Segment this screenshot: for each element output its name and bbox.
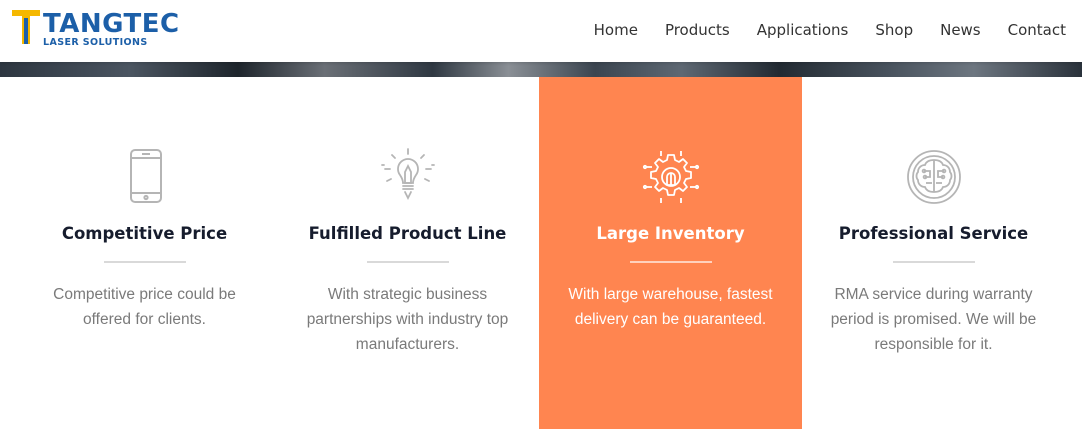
feature-card-professional-service: Professional Service RMA service during … [802, 77, 1065, 429]
feature-description: With strategic business partnerships wit… [306, 286, 509, 353]
site-header: TANGTEC LASER SOLUTIONS Home Products Ap… [0, 0, 1082, 62]
feature-divider [892, 261, 975, 263]
features-section: Competitive Price Competitive price coul… [13, 77, 1066, 429]
feature-description: RMA service during warranty period is pr… [830, 286, 1037, 353]
feature-title: Large Inventory [596, 224, 745, 243]
nav-contact[interactable]: Contact [1008, 19, 1066, 41]
brand-name: TANGTEC [43, 9, 180, 39]
feature-divider [629, 261, 712, 263]
feature-title: Competitive Price [61, 224, 228, 243]
feature-description: With large warehouse, fastest delivery c… [568, 286, 773, 328]
feature-description: Competitive price could be offered for c… [53, 286, 236, 328]
hero-banner-strip [0, 62, 1082, 77]
nav-shop[interactable]: Shop [875, 19, 913, 41]
feature-divider [103, 261, 186, 263]
lightbulb-pencil-icon [380, 148, 435, 201]
main-nav: Home Products Applications Shop News Con… [594, 19, 1066, 41]
nav-products[interactable]: Products [665, 19, 730, 41]
feature-card-competitive-price: Competitive Price Competitive price coul… [13, 77, 276, 429]
feature-card-fulfilled-product-line: Fulfilled Product Line With strategic bu… [276, 77, 539, 429]
brand-tagline: LASER SOLUTIONS [43, 37, 148, 48]
logo-t-mark-icon [12, 10, 40, 44]
feature-divider [366, 261, 449, 263]
nav-applications[interactable]: Applications [757, 19, 849, 41]
feature-title: Professional Service [838, 224, 1029, 243]
mobile-phone-icon [129, 149, 162, 203]
nav-home[interactable]: Home [594, 19, 638, 41]
feature-card-large-inventory: Large Inventory With large warehouse, fa… [539, 77, 802, 429]
nav-news[interactable]: News [940, 19, 981, 41]
brand-logo[interactable]: TANGTEC LASER SOLUTIONS [12, 8, 179, 50]
feature-title: Fulfilled Product Line [308, 224, 507, 243]
brain-circuit-icon [906, 150, 961, 204]
gear-circuit-icon [642, 151, 699, 203]
